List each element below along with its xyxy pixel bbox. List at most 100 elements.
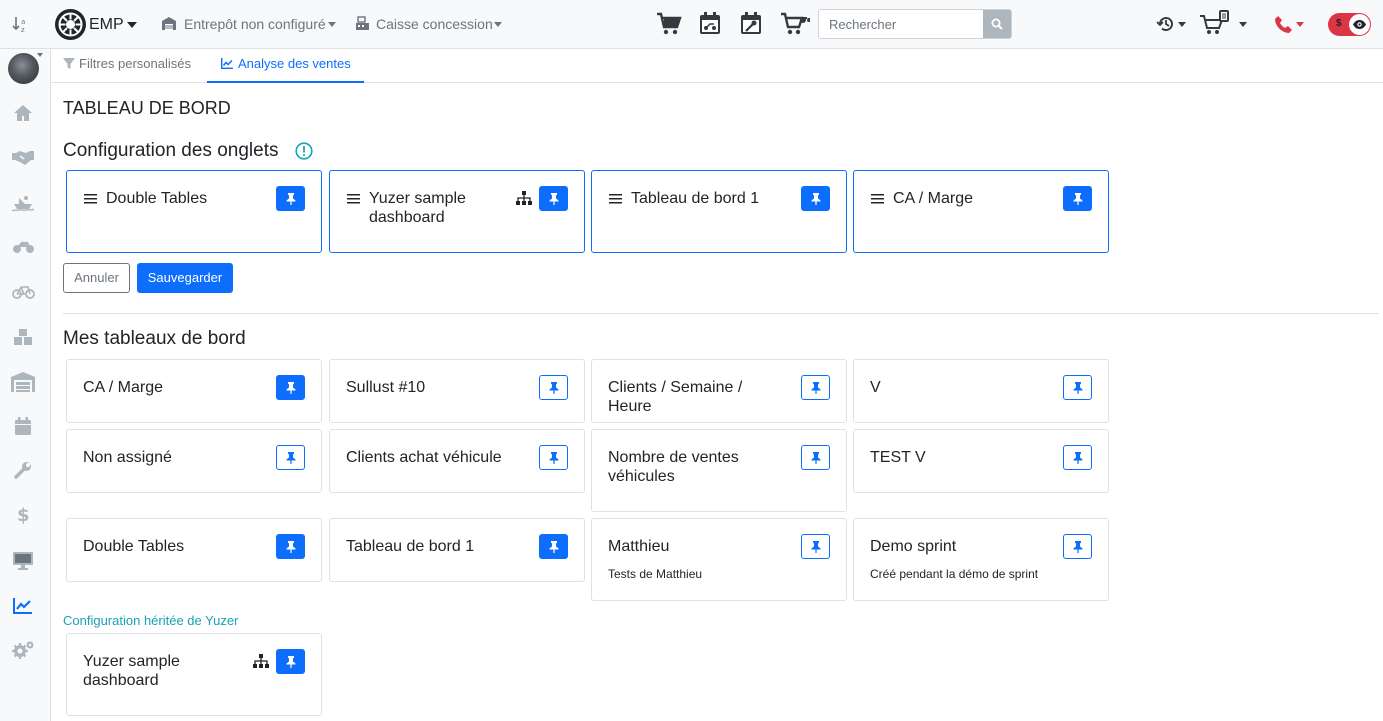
dollar-icon[interactable]: $ (17, 505, 30, 526)
pin-icon (549, 382, 559, 394)
chevron-down-icon (1296, 22, 1304, 27)
dashboard-card[interactable]: Double Tables (66, 518, 322, 582)
tab-sales-analysis[interactable]: Analyse des ventes (207, 49, 364, 83)
pin-button[interactable] (1063, 445, 1092, 470)
toggle-knob (1349, 14, 1370, 35)
pin-icon (1073, 452, 1083, 464)
calendar-wrench-icon[interactable] (740, 12, 762, 35)
dashboard-card[interactable]: TEST V (853, 429, 1109, 493)
tab-label: Analyse des ventes (238, 56, 351, 71)
dashboard-card[interactable]: V (853, 359, 1109, 423)
home-icon[interactable] (13, 104, 33, 122)
pin-icon (1073, 541, 1083, 553)
history-icon (1156, 17, 1173, 32)
sidebar: $ (0, 49, 51, 721)
card-title: Yuzer sample dashboard (83, 653, 180, 689)
wrench-icon[interactable] (14, 461, 32, 479)
pin-button[interactable] (801, 375, 830, 400)
cart-moto-icon[interactable] (780, 12, 810, 36)
tab-custom-filters[interactable]: Filtres personalisés (51, 49, 206, 83)
config-tab-card[interactable]: CA / Marge (853, 170, 1109, 253)
pin-button[interactable] (539, 445, 568, 470)
motorcycle-icon[interactable] (12, 240, 35, 254)
warehouse-icon (162, 17, 176, 30)
chevron-down-icon (1239, 22, 1247, 27)
pin-button[interactable] (539, 186, 568, 211)
pin-icon (286, 541, 296, 553)
brand-menu[interactable]: EMP (54, 8, 139, 40)
boxes-icon[interactable] (13, 329, 33, 345)
dashboard-card[interactable]: CA / Marge (66, 359, 322, 423)
history-menu[interactable] (1156, 14, 1186, 34)
pin-button[interactable] (276, 534, 305, 559)
bicycle-icon[interactable] (12, 284, 35, 299)
pin-button[interactable] (801, 186, 830, 211)
dashboard-card[interactable]: Non assigné (66, 429, 322, 493)
card-title: Matthieu (608, 538, 670, 555)
calendar-moto-icon[interactable] (699, 12, 721, 35)
phone-menu[interactable] (1274, 13, 1304, 35)
search-button[interactable] (983, 10, 1011, 38)
pin-button[interactable] (1063, 186, 1092, 211)
dashboard-card[interactable]: Demo sprint Créé pendant la démo de sprin… (853, 518, 1109, 601)
pin-icon (549, 193, 559, 205)
pin-button[interactable] (801, 445, 830, 470)
filter-icon (63, 58, 75, 69)
dashboard-card[interactable]: Clients / Semaine / Heure (591, 359, 847, 423)
search-input[interactable] (819, 10, 984, 38)
pin-icon (811, 541, 821, 553)
pin-button[interactable] (276, 649, 305, 674)
avatar-caret-icon (37, 53, 43, 57)
cart-icon[interactable] (656, 12, 682, 36)
pin-button[interactable] (276, 445, 305, 470)
calendar-icon[interactable] (14, 417, 32, 436)
page-title: TABLEAU DE BORD (63, 98, 231, 118)
warehouse-nav-icon[interactable] (11, 372, 35, 392)
config-section-title: Configuration des onglets (63, 140, 278, 162)
dashboard-card[interactable]: Matthieu Tests de Matthieu (591, 518, 847, 601)
pin-button[interactable] (276, 186, 305, 211)
drag-handle-icon[interactable] (871, 193, 884, 204)
chevron-down-icon (1178, 22, 1186, 27)
search-icon (991, 18, 1003, 30)
pin-button[interactable] (539, 534, 568, 559)
cart-list-menu[interactable] (1199, 10, 1249, 36)
chart-line-icon[interactable] (13, 598, 32, 614)
chevron-down-icon (494, 22, 502, 27)
card-title: Tableau de bord 1 (346, 538, 475, 555)
card-title: CA / Marge (83, 379, 164, 396)
card-title: TEST V (870, 449, 926, 466)
pin-icon (286, 193, 296, 205)
drag-handle-icon[interactable] (609, 193, 622, 204)
user-avatar[interactable] (8, 53, 39, 84)
config-tab-card[interactable]: Tableau de bord 1 (591, 170, 847, 253)
tab-bar: Filtres personalisés Analyse des ventes (51, 49, 1383, 83)
config-tab-card[interactable]: Yuzer sample dashboard (329, 170, 585, 253)
pin-button[interactable] (276, 375, 305, 400)
inherited-dashboard-card[interactable]: Yuzer sample dashboard (66, 633, 322, 716)
cancel-button[interactable]: Annuler (63, 263, 130, 293)
register-selector[interactable]: Caisse concession (355, 15, 503, 35)
handshake-icon[interactable] (12, 150, 34, 166)
drag-handle-icon[interactable] (84, 193, 97, 204)
svg-text:z: z (21, 26, 25, 33)
dashboard-card[interactable]: Clients achat véhicule (329, 429, 585, 493)
card-title: Clients achat véhicule (346, 449, 502, 466)
dashboard-card[interactable]: Nombre de ventes véhicules (591, 429, 847, 512)
pin-button[interactable] (801, 534, 830, 559)
dashboard-card[interactable]: Sullust #10 (329, 359, 585, 423)
save-button[interactable]: Sauvegarder (137, 263, 233, 293)
config-tab-card[interactable]: Double Tables (66, 170, 322, 253)
drag-handle-icon[interactable] (347, 193, 360, 204)
pin-button[interactable] (1063, 375, 1092, 400)
settings-icon[interactable] (11, 640, 35, 660)
info-circle-icon[interactable] (295, 142, 313, 160)
warehouse-selector[interactable]: Entrepôt non configuré (161, 15, 337, 35)
price-visibility-toggle[interactable]: $ (1328, 13, 1371, 36)
pin-button[interactable] (539, 375, 568, 400)
pin-button[interactable] (1063, 534, 1092, 559)
dashboard-card[interactable]: Tableau de bord 1 (329, 518, 585, 582)
sort-icon[interactable]: az (12, 15, 30, 33)
boat-icon[interactable] (12, 195, 34, 212)
monitor-icon[interactable] (12, 551, 34, 570)
